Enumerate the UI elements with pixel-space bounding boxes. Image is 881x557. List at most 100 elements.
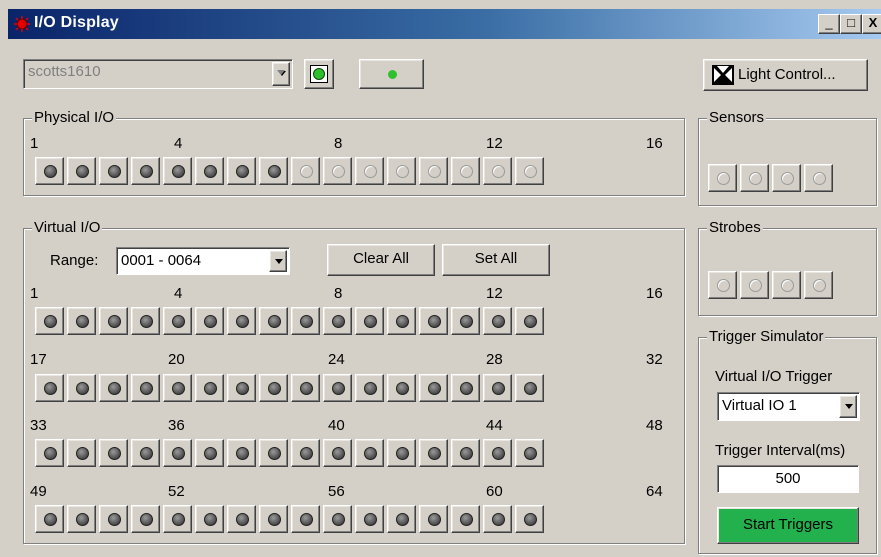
io-toggle-button[interactable] (195, 307, 224, 335)
io-toggle-button[interactable] (227, 374, 256, 402)
io-toggle-button[interactable] (387, 439, 416, 467)
io-toggle-button[interactable] (515, 505, 544, 533)
io-toggle-button[interactable] (355, 157, 384, 185)
io-toggle-button[interactable] (227, 157, 256, 185)
io-toggle-button[interactable] (387, 374, 416, 402)
io-toggle-button[interactable] (323, 307, 352, 335)
io-toggle-button[interactable] (67, 157, 96, 185)
io-toggle-button[interactable] (419, 439, 448, 467)
io-toggle-button[interactable] (67, 374, 96, 402)
io-toggle-button[interactable] (708, 164, 737, 192)
io-toggle-button[interactable] (195, 505, 224, 533)
io-toggle-button[interactable] (99, 439, 128, 467)
io-toggle-button[interactable] (35, 374, 64, 402)
io-toggle-button[interactable] (99, 505, 128, 533)
io-toggle-button[interactable] (131, 374, 160, 402)
io-toggle-button[interactable] (99, 307, 128, 335)
connection-indicator[interactable] (304, 59, 334, 89)
io-toggle-button[interactable] (35, 157, 64, 185)
io-toggle-button[interactable] (483, 374, 512, 402)
io-toggle-button[interactable] (419, 505, 448, 533)
io-toggle-button[interactable] (163, 157, 192, 185)
io-toggle-button[interactable] (67, 505, 96, 533)
io-toggle-button[interactable] (483, 439, 512, 467)
io-toggle-button[interactable] (483, 505, 512, 533)
io-toggle-button[interactable] (355, 439, 384, 467)
io-toggle-button[interactable] (451, 374, 480, 402)
io-toggle-button[interactable] (419, 157, 448, 185)
chevron-down-icon[interactable] (839, 395, 857, 418)
io-toggle-button[interactable] (291, 439, 320, 467)
title-bar[interactable]: I/O Display _ □ X (8, 9, 881, 39)
io-toggle-button[interactable] (259, 439, 288, 467)
io-toggle-button[interactable] (35, 505, 64, 533)
io-toggle-button[interactable] (740, 271, 769, 299)
io-toggle-button[interactable] (131, 505, 160, 533)
io-toggle-button[interactable] (163, 307, 192, 335)
io-toggle-button[interactable] (419, 307, 448, 335)
io-toggle-button[interactable] (515, 374, 544, 402)
io-toggle-button[interactable] (227, 439, 256, 467)
io-toggle-button[interactable] (291, 157, 320, 185)
io-toggle-button[interactable] (355, 307, 384, 335)
io-toggle-button[interactable] (323, 157, 352, 185)
clear-all-button[interactable]: Clear All (327, 244, 435, 276)
minimize-button[interactable]: _ (818, 14, 840, 34)
io-toggle-button[interactable] (804, 164, 833, 192)
io-toggle-button[interactable] (387, 157, 416, 185)
io-toggle-button[interactable] (355, 505, 384, 533)
io-toggle-button[interactable] (67, 307, 96, 335)
io-toggle-button[interactable] (259, 505, 288, 533)
io-toggle-button[interactable] (740, 164, 769, 192)
io-toggle-button[interactable] (323, 505, 352, 533)
io-toggle-button[interactable] (163, 374, 192, 402)
io-toggle-button[interactable] (387, 307, 416, 335)
io-toggle-button[interactable] (451, 505, 480, 533)
io-toggle-button[interactable] (163, 439, 192, 467)
io-toggle-button[interactable] (35, 307, 64, 335)
io-toggle-button[interactable] (259, 374, 288, 402)
maximize-button[interactable]: □ (840, 14, 862, 34)
io-toggle-button[interactable] (419, 374, 448, 402)
io-toggle-button[interactable] (227, 307, 256, 335)
io-toggle-button[interactable] (708, 271, 737, 299)
close-button[interactable]: X (862, 14, 881, 34)
virtual-trigger-select[interactable]: Virtual IO 1 (717, 392, 860, 421)
io-toggle-button[interactable] (291, 505, 320, 533)
io-toggle-button[interactable] (483, 157, 512, 185)
io-toggle-button[interactable] (291, 307, 320, 335)
io-toggle-button[interactable] (483, 307, 512, 335)
io-toggle-button[interactable] (323, 439, 352, 467)
io-toggle-button[interactable] (195, 439, 224, 467)
io-toggle-button[interactable] (451, 307, 480, 335)
io-toggle-button[interactable] (291, 374, 320, 402)
io-toggle-button[interactable] (804, 271, 833, 299)
io-toggle-button[interactable] (67, 439, 96, 467)
io-toggle-button[interactable] (163, 505, 192, 533)
start-triggers-button[interactable]: Start Triggers (717, 507, 859, 544)
io-toggle-button[interactable] (99, 157, 128, 185)
io-toggle-button[interactable] (195, 157, 224, 185)
io-toggle-button[interactable] (131, 157, 160, 185)
io-toggle-button[interactable] (259, 307, 288, 335)
light-control-button[interactable]: Light Control... (703, 59, 868, 91)
io-toggle-button[interactable] (772, 271, 801, 299)
io-toggle-button[interactable] (227, 505, 256, 533)
io-toggle-button[interactable] (451, 157, 480, 185)
io-toggle-button[interactable] (355, 374, 384, 402)
io-toggle-button[interactable] (131, 439, 160, 467)
set-all-button[interactable]: Set All (442, 244, 550, 276)
io-toggle-button[interactable] (451, 439, 480, 467)
io-toggle-button[interactable] (387, 505, 416, 533)
io-toggle-button[interactable] (515, 157, 544, 185)
io-toggle-button[interactable] (515, 307, 544, 335)
io-toggle-button[interactable] (99, 374, 128, 402)
chevron-down-icon[interactable] (269, 250, 287, 272)
status-led-button[interactable] (359, 59, 424, 89)
io-toggle-button[interactable] (259, 157, 288, 185)
trigger-interval-input[interactable]: 500 (717, 465, 859, 493)
io-toggle-button[interactable] (35, 439, 64, 467)
device-select[interactable]: scotts1610 (23, 59, 293, 89)
io-toggle-button[interactable] (195, 374, 224, 402)
io-toggle-button[interactable] (323, 374, 352, 402)
